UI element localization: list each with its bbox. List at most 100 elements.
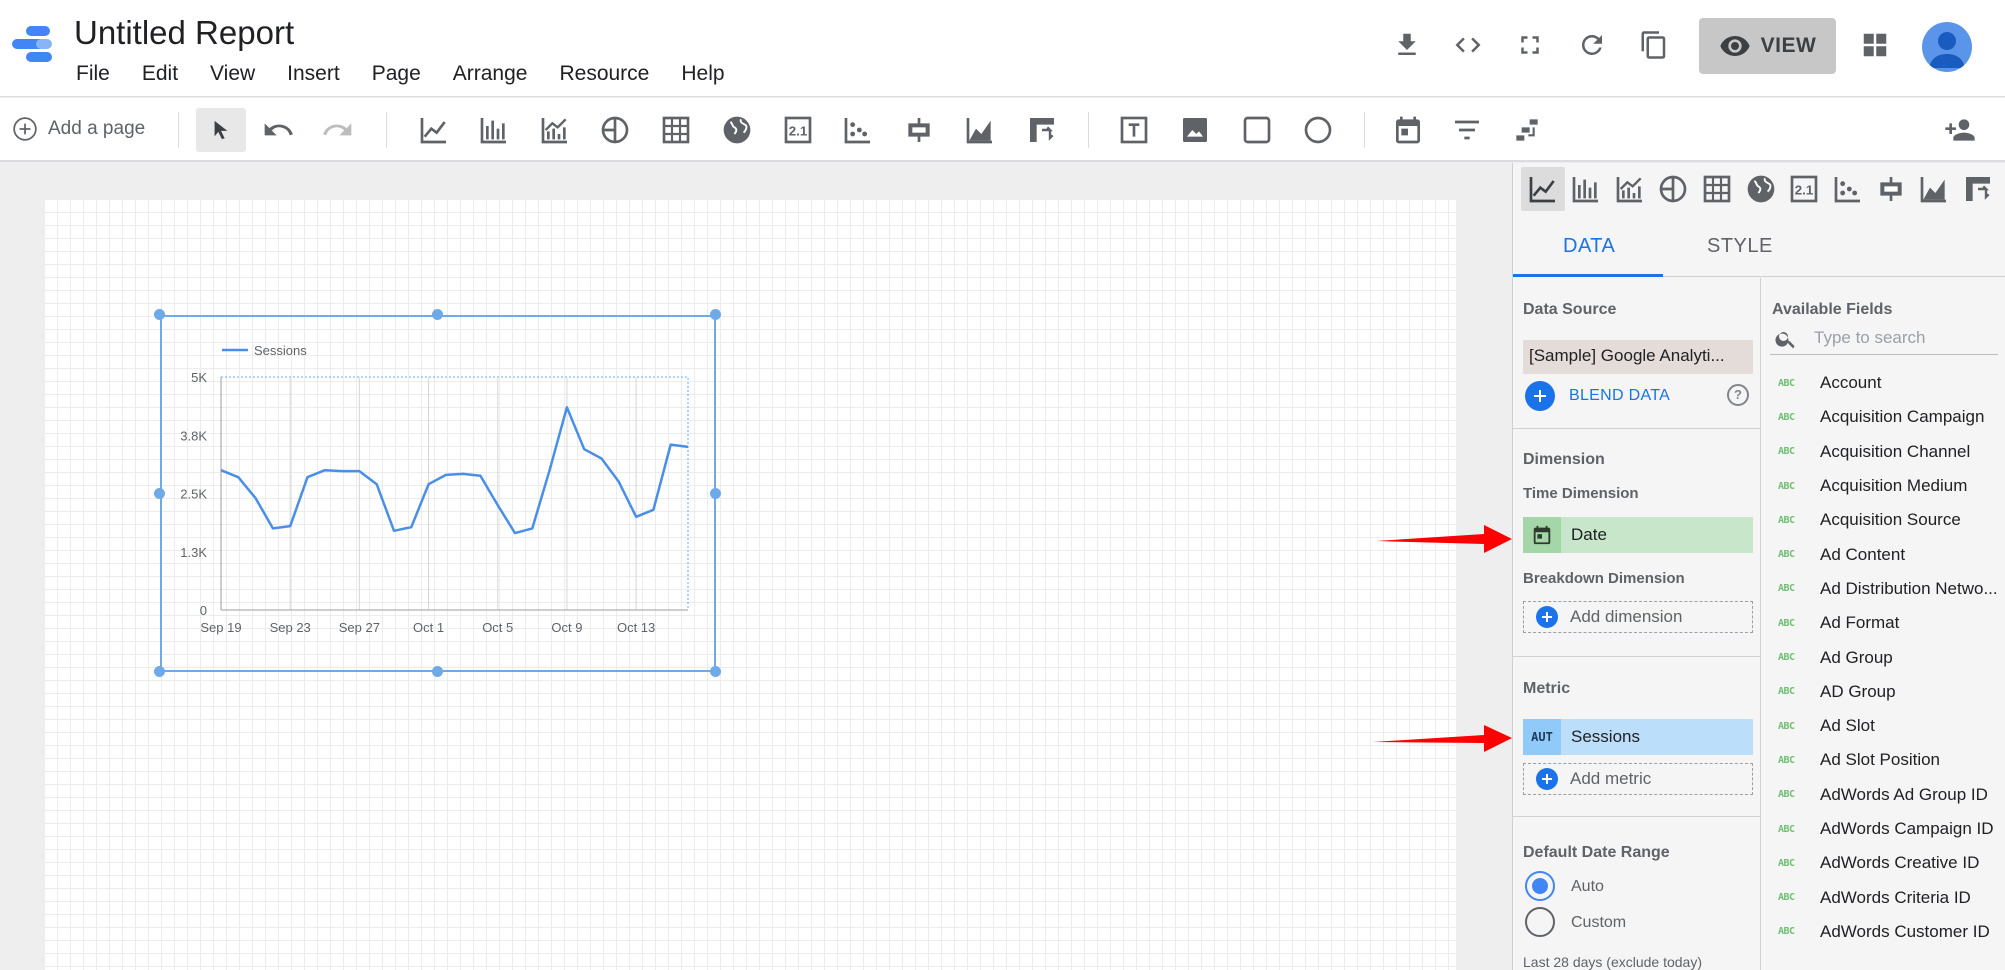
- field-item[interactable]: ABC AdWords Campaign ID: [1762, 812, 2005, 846]
- pie-chart-icon[interactable]: [599, 114, 631, 146]
- y-tick-label: 3.8K: [180, 428, 207, 443]
- field-item[interactable]: ABC Ad Group: [1762, 640, 2005, 674]
- metric-chip[interactable]: AUT Sessions: [1523, 719, 1753, 755]
- legend-label: Sessions: [254, 343, 307, 358]
- menu-bar: File Edit View Insert Page Arrange Resou…: [76, 62, 757, 86]
- fullscreen-icon[interactable]: [1515, 30, 1545, 60]
- circle-icon[interactable]: [1302, 114, 1334, 146]
- add-dimension-button[interactable]: Add dimension: [1523, 601, 1753, 633]
- menu-file[interactable]: File: [76, 62, 110, 86]
- x-tick-label: Oct 1: [413, 620, 444, 635]
- help-icon[interactable]: ?: [1727, 384, 1749, 406]
- pivot-table-icon[interactable]: [1962, 173, 1994, 205]
- geo-map-icon[interactable]: [1745, 173, 1777, 205]
- field-label: AD Group: [1820, 681, 1896, 701]
- table-icon[interactable]: [1701, 173, 1733, 205]
- radio-custom[interactable]: [1525, 907, 1555, 937]
- field-item[interactable]: ABC AdWords Ad Group ID: [1762, 778, 2005, 812]
- bar-chart-icon[interactable]: [478, 114, 510, 146]
- filter-control-icon[interactable]: [1451, 114, 1483, 146]
- combo-chart-icon[interactable]: [1614, 173, 1646, 205]
- tab-style[interactable]: STYLE: [1707, 235, 1773, 258]
- tab-data[interactable]: DATA: [1563, 235, 1615, 258]
- add-page-button[interactable]: Add a page: [12, 116, 145, 142]
- field-item[interactable]: ABC Account: [1762, 366, 2005, 400]
- share-add-person-icon[interactable]: [1944, 114, 1976, 146]
- dimension-title: Dimension: [1523, 451, 1605, 468]
- add-metric-button[interactable]: Add metric: [1523, 763, 1753, 795]
- field-label: Ad Slot: [1820, 716, 1875, 736]
- radio-auto[interactable]: [1525, 871, 1555, 901]
- menu-help[interactable]: Help: [681, 62, 724, 86]
- geo-map-icon[interactable]: [721, 114, 753, 146]
- field-item[interactable]: ABC Ad Slot: [1762, 709, 2005, 743]
- plot-area-border: [220, 376, 689, 611]
- bullet-chart-icon[interactable]: [1875, 173, 1907, 205]
- bullet-chart-icon[interactable]: [903, 114, 935, 146]
- field-item[interactable]: ABC Acquisition Medium: [1762, 469, 2005, 503]
- data-config-column: Data Source [Sample] Google Analyti... B…: [1513, 278, 1761, 970]
- time-series-chart-icon[interactable]: [1527, 173, 1559, 205]
- view-button[interactable]: VIEW: [1699, 18, 1836, 74]
- field-item[interactable]: ABC AD Group: [1762, 675, 2005, 709]
- field-item[interactable]: ABC Ad Format: [1762, 606, 2005, 640]
- redo-icon[interactable]: [322, 114, 354, 146]
- field-item[interactable]: ABC AdWords Customer ID: [1762, 915, 2005, 949]
- pivot-table-icon[interactable]: [1026, 114, 1058, 146]
- text-type-icon: ABC: [1778, 823, 1795, 835]
- scorecard-icon[interactable]: 2.1: [1788, 173, 1820, 205]
- data-control-icon[interactable]: [1511, 114, 1543, 146]
- field-item[interactable]: ABC Ad Distribution Netwo...: [1762, 572, 2005, 606]
- refresh-icon[interactable]: [1577, 30, 1607, 60]
- active-tab-indicator: [1513, 274, 1663, 277]
- download-icon[interactable]: [1392, 30, 1422, 60]
- field-label: Ad Format: [1820, 613, 1900, 633]
- time-series-chart-icon[interactable]: [418, 114, 450, 146]
- section-divider: [1513, 428, 1761, 429]
- data-studio-logo-icon[interactable]: [10, 24, 54, 68]
- field-label: Acquisition Campaign: [1820, 407, 1985, 427]
- menu-edit[interactable]: Edit: [142, 62, 178, 86]
- apps-grid-icon[interactable]: [1860, 30, 1890, 60]
- account-avatar[interactable]: [1922, 22, 1972, 72]
- embed-code-icon[interactable]: [1453, 30, 1483, 60]
- time-series-chart[interactable]: Sessions 0 1.3K 2.5K 3.8K 5K Sep 19 Sep 23 Sep …: [160, 315, 720, 675]
- toolbar-divider: [1364, 112, 1365, 148]
- pie-chart-icon[interactable]: [1657, 173, 1689, 205]
- field-item[interactable]: ABC Acquisition Source: [1762, 503, 2005, 537]
- field-item[interactable]: ABC Ad Slot Position: [1762, 743, 2005, 777]
- breakdown-dimension-title: Breakdown Dimension: [1523, 570, 1685, 587]
- text-box-icon[interactable]: [1118, 114, 1150, 146]
- scorecard-icon[interactable]: 2.1: [782, 114, 814, 146]
- menu-resource[interactable]: Resource: [559, 62, 649, 86]
- image-icon[interactable]: [1179, 114, 1211, 146]
- field-item[interactable]: ABC Acquisition Campaign: [1762, 400, 2005, 434]
- time-dimension-chip[interactable]: Date: [1523, 517, 1753, 553]
- copy-icon[interactable]: [1639, 30, 1669, 60]
- area-chart-icon[interactable]: [1918, 173, 1950, 205]
- field-search-input[interactable]: [1814, 323, 1994, 353]
- field-item[interactable]: ABC Acquisition Channel: [1762, 435, 2005, 469]
- menu-view[interactable]: View: [210, 62, 255, 86]
- table-icon[interactable]: [660, 114, 692, 146]
- select-tool-button[interactable]: [196, 108, 246, 152]
- menu-arrange[interactable]: Arrange: [453, 62, 528, 86]
- menu-insert[interactable]: Insert: [287, 62, 340, 86]
- undo-icon[interactable]: [262, 114, 294, 146]
- text-type-icon: ABC: [1778, 892, 1795, 904]
- rectangle-icon[interactable]: [1241, 114, 1273, 146]
- field-item[interactable]: ABC AdWords Creative ID: [1762, 846, 2005, 880]
- field-label: Ad Slot Position: [1820, 750, 1941, 770]
- area-chart-icon[interactable]: [964, 114, 996, 146]
- bar-chart-icon[interactable]: [1570, 173, 1602, 205]
- date-range-icon[interactable]: [1392, 114, 1424, 146]
- field-item[interactable]: ABC Ad Content: [1762, 537, 2005, 571]
- combo-chart-icon[interactable]: [539, 114, 571, 146]
- field-item[interactable]: ABC AdWords Criteria ID: [1762, 880, 2005, 914]
- blend-data-button[interactable]: BLEND DATA: [1525, 381, 1670, 411]
- menu-page[interactable]: Page: [372, 62, 421, 86]
- scatter-chart-icon[interactable]: [842, 114, 874, 146]
- report-title[interactable]: Untitled Report: [74, 14, 294, 52]
- scatter-chart-icon[interactable]: [1832, 173, 1864, 205]
- data-source-selector[interactable]: [Sample] Google Analyti...: [1523, 340, 1753, 374]
